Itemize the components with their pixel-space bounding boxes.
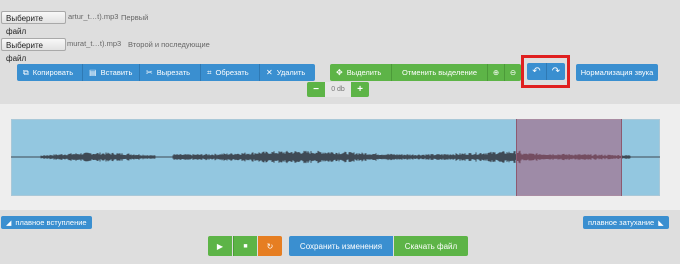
fade-out-label: плавное затухание [588,218,655,227]
crop-label: Обрезать [215,68,249,77]
choose-file-button-1[interactable]: Выберите файл [1,11,66,36]
select-label: Выделить [346,68,382,77]
crop-icon: ⌗ [207,67,212,77]
selection-region[interactable] [516,119,622,196]
fade-out-button[interactable]: плавное затухание ◣ [583,216,669,229]
paste-label: Вставить [100,68,133,77]
zoom-in-icon: ⊕ [492,68,500,77]
highlight-box [521,55,570,88]
file-name-1: artur_t…t).mp3 [68,12,119,21]
crop-button[interactable]: ⌗ Обрезать [200,64,259,81]
zoom-in-button[interactable]: ⊕ [487,64,504,81]
copy-button[interactable]: ⧉ Копировать [17,64,82,81]
normalize-label: Нормализация звука [580,68,654,77]
zoom-out-button[interactable]: ⊖ [504,64,521,81]
download-file-button[interactable]: Скачать файл [394,236,468,256]
paste-button[interactable]: ▤ Вставить [82,64,139,81]
download-file-label: Скачать файл [404,241,458,251]
fade-in-icon: ◢ [6,219,12,227]
stop-icon: ■ [243,242,248,250]
plus-icon: + [357,84,363,95]
stop-button[interactable]: ■ [233,236,257,256]
delete-icon: ✕ [266,68,273,77]
zoom-out-icon: ⊖ [509,68,517,77]
loop-icon: ↻ [266,241,274,251]
delete-button[interactable]: ✕ Удалить [259,64,315,81]
file-label-1: Первый [121,13,149,22]
select-icon: ✥ [336,68,343,77]
volume-plus-button[interactable]: + [351,82,369,97]
file-label-2: Второй и последующие [128,40,210,49]
save-changes-button[interactable]: Сохранить изменения [289,236,393,256]
normalize-button[interactable]: Нормализация звука [576,64,658,81]
loop-button[interactable]: ↻ [258,236,282,256]
cut-label: Вырезать [156,68,191,77]
cut-button[interactable]: ✂ Вырезать [139,64,200,81]
minus-icon: − [313,84,319,95]
delete-label: Удалить [276,68,306,77]
normalize-toolbar: Нормализация звука [576,64,658,81]
play-icon: ▶ [216,241,224,251]
cut-icon: ✂ [146,68,153,77]
fade-out-icon: ◣ [658,219,664,227]
volume-value: 0 db [325,82,351,97]
play-button[interactable]: ▶ [208,236,232,256]
deselect-button[interactable]: Отменить выделение [391,64,487,81]
select-button[interactable]: ✥ Выделить [330,64,391,81]
save-changes-label: Сохранить изменения [299,241,383,251]
copy-icon: ⧉ [23,67,29,77]
volume-value-text: 0 db [331,86,345,93]
volume-minus-button[interactable]: − [307,82,325,97]
paste-icon: ▤ [89,68,97,77]
fade-in-label: плавное вступление [15,218,87,227]
choose-file-button-2[interactable]: Выберите файл [1,38,66,63]
deselect-label: Отменить выделение [401,68,478,77]
selection-toolbar: ✥ Выделить Отменить выделение ⊕ ⊖ [330,64,521,81]
edit-toolbar: ⧉ Копировать ▤ Вставить ✂ Вырезать ⌗ Обрезат… [17,64,315,81]
copy-label: Копировать [32,68,74,77]
fade-in-button[interactable]: ◢ плавное вступление [1,216,92,229]
file-name-2: murat_t…t).mp3 [67,39,122,48]
volume-control: − 0 db + [307,82,369,97]
